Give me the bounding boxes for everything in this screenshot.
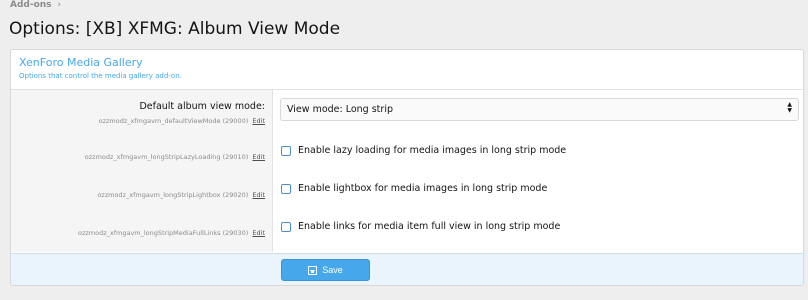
checkbox-label: Enable links for media item full view in… xyxy=(298,221,561,232)
checkbox-label: Enable lightbox for media images in long… xyxy=(298,183,548,194)
checkbox-label: Enable lazy loading for media images in … xyxy=(298,145,567,156)
option-id: ozzmodz_xfmgavm_longStripLazyLoading (29… xyxy=(84,153,249,161)
option-hint: ozzmodz_xfmgavm_longStripMediaFullLinks … xyxy=(11,229,265,237)
option-hint: ozzmodz_xfmgavm_longStripLazyLoading (29… xyxy=(11,153,265,161)
lazy-loading-checkbox[interactable] xyxy=(281,145,291,156)
view-mode-select[interactable]: View mode: Long strip ▲ ▼ xyxy=(280,98,799,121)
options-block: XenForo Media Gallery Options that contr… xyxy=(10,49,804,286)
edit-link[interactable]: Edit xyxy=(252,117,265,125)
option-row-default-view-mode: Default album view mode: ozzmodz_xfmgavm… xyxy=(11,90,803,139)
chevron-right-icon: › xyxy=(57,0,62,10)
edit-link[interactable]: Edit xyxy=(252,153,265,161)
edit-link[interactable]: Edit xyxy=(252,191,265,199)
option-label-cell: Default album view mode: ozzmodz_xfmgavm… xyxy=(11,90,273,139)
select-value: View mode: Long strip xyxy=(287,104,393,115)
option-id: ozzmodz_xfmgavm_defaultViewMode (29000) xyxy=(98,117,249,125)
full-links-option[interactable]: Enable links for media item full view in… xyxy=(281,221,560,232)
option-hint: ozzmodz_xfmgavm_longStripLightbox (29020… xyxy=(11,191,265,199)
option-control-cell: View mode: Long strip ▲ ▼ xyxy=(273,90,803,139)
option-row-lightbox: ozzmodz_xfmgavm_longStripLightbox (29020… xyxy=(11,177,803,215)
option-label-cell: ozzmodz_xfmgavm_longStripLightbox (29020… xyxy=(11,177,273,215)
breadcrumb-item-addons[interactable]: Add-ons xyxy=(10,0,52,10)
save-label: Save xyxy=(322,265,343,275)
block-title: XenForo Media Gallery xyxy=(19,56,143,69)
block-description: Options that control the media gallery a… xyxy=(19,72,182,80)
option-label-cell: ozzmodz_xfmgavm_longStripLazyLoading (29… xyxy=(11,139,273,177)
option-label: Default album view mode: xyxy=(139,101,265,112)
option-label-cell: ozzmodz_xfmgavm_longStripMediaFullLinks … xyxy=(11,215,273,252)
edit-link[interactable]: Edit xyxy=(252,229,265,237)
options-list: Default album view mode: ozzmodz_xfmgavm… xyxy=(11,90,803,252)
full-links-checkbox[interactable] xyxy=(281,221,291,232)
breadcrumb: Add-ons › xyxy=(10,0,61,10)
option-id: ozzmodz_xfmgavm_longStripMediaFullLinks … xyxy=(77,229,249,237)
option-control-cell: Enable lightbox for media images in long… xyxy=(273,177,803,215)
option-control-cell: Enable lazy loading for media images in … xyxy=(273,139,803,177)
option-hint: ozzmodz_xfmgavm_defaultViewMode (29000) … xyxy=(11,117,265,125)
lightbox-option[interactable]: Enable lightbox for media images in long… xyxy=(281,183,547,194)
form-footer: Save xyxy=(11,253,803,285)
option-row-lazy-loading: ozzmodz_xfmgavm_longStripLazyLoading (29… xyxy=(11,139,803,177)
lightbox-checkbox[interactable] xyxy=(281,183,291,194)
select-arrows-icon: ▲ ▼ xyxy=(787,101,792,114)
option-row-full-links: ozzmodz_xfmgavm_longStripMediaFullLinks … xyxy=(11,215,803,252)
save-button[interactable]: Save xyxy=(281,259,370,281)
option-control-cell: Enable links for media item full view in… xyxy=(273,215,803,252)
option-id: ozzmodz_xfmgavm_longStripLightbox (29020… xyxy=(97,191,249,199)
lazy-loading-option[interactable]: Enable lazy loading for media images in … xyxy=(281,145,566,156)
floppy-disk-icon xyxy=(308,265,318,275)
page-title: Options: [XB] XFMG: Album View Mode xyxy=(9,19,341,39)
block-header: XenForo Media Gallery Options that contr… xyxy=(11,50,803,90)
